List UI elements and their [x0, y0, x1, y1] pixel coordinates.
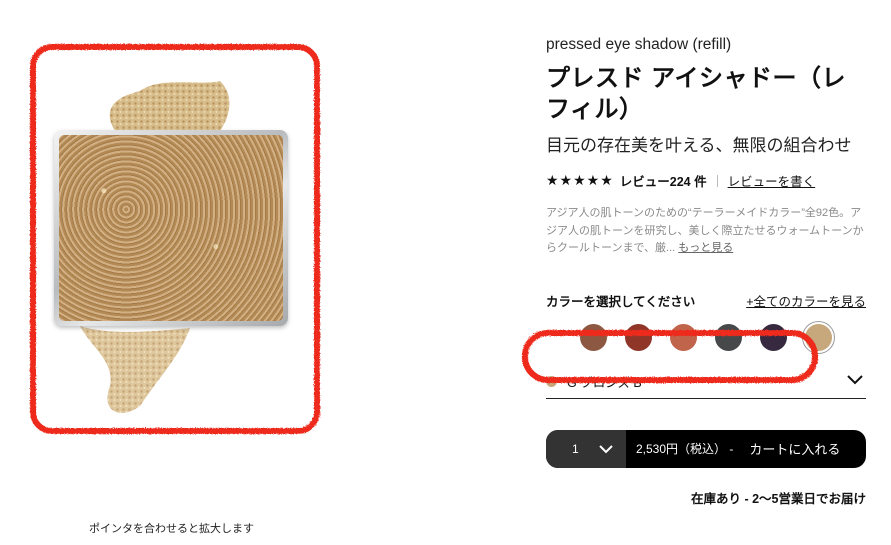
add-to-cart-label: カートに入れる — [749, 442, 841, 457]
image-highlight-annotation — [30, 44, 320, 434]
product-description: アジア人の肌トーンのための“テーラーメイドカラー”全92色。アジア人の肌トーンを… — [546, 205, 866, 258]
all-colors-link[interactable]: +全てのカラーを見る — [746, 291, 866, 310]
product-title: プレスド アイシャドー（レフィル） — [546, 65, 846, 123]
color-select-header: カラーを選択してください +全てのカラーを見る — [546, 291, 866, 310]
divider — [716, 174, 718, 187]
dropdown-highlight-annotation — [522, 330, 818, 383]
product-tagline: 目元の存在美を叶える、無限の組合わせ — [546, 136, 852, 155]
rating-stars-icon: ★★★★★ — [546, 172, 614, 188]
quantity-select[interactable]: 1 — [546, 429, 626, 468]
quantity-value: 1 — [572, 441, 579, 456]
price-label: 2,530円（税込） - — [636, 442, 734, 456]
product-subtitle-en: pressed eye shadow (refill) — [546, 36, 732, 53]
zoom-hint-caption: ポインタを合わせると拡大します — [89, 523, 254, 535]
color-select-label: カラーを選択してください — [546, 294, 696, 309]
product-info-panel: pressed eye shadow (refill) プレスド アイシャドー（… — [546, 36, 866, 507]
rating-row: ★★★★★ レビュー224 件 レビューを書く — [546, 171, 866, 190]
product-image-area[interactable] — [20, 36, 330, 436]
add-to-cart-bar: 1 2,530円（税込） - カートに入れる — [546, 429, 866, 468]
add-to-cart-button[interactable]: 2,530円（税込） - カートに入れる — [626, 430, 866, 468]
stock-status: 在庫あり - 2〜5営業日でお届け — [690, 491, 866, 506]
review-count-link[interactable]: レビュー224 件 — [620, 171, 707, 190]
chevron-down-icon — [599, 444, 613, 453]
read-more-link[interactable]: もっと見る — [678, 242, 733, 254]
write-review-link[interactable]: レビューを書く — [728, 171, 816, 190]
chevron-down-icon — [847, 374, 863, 384]
